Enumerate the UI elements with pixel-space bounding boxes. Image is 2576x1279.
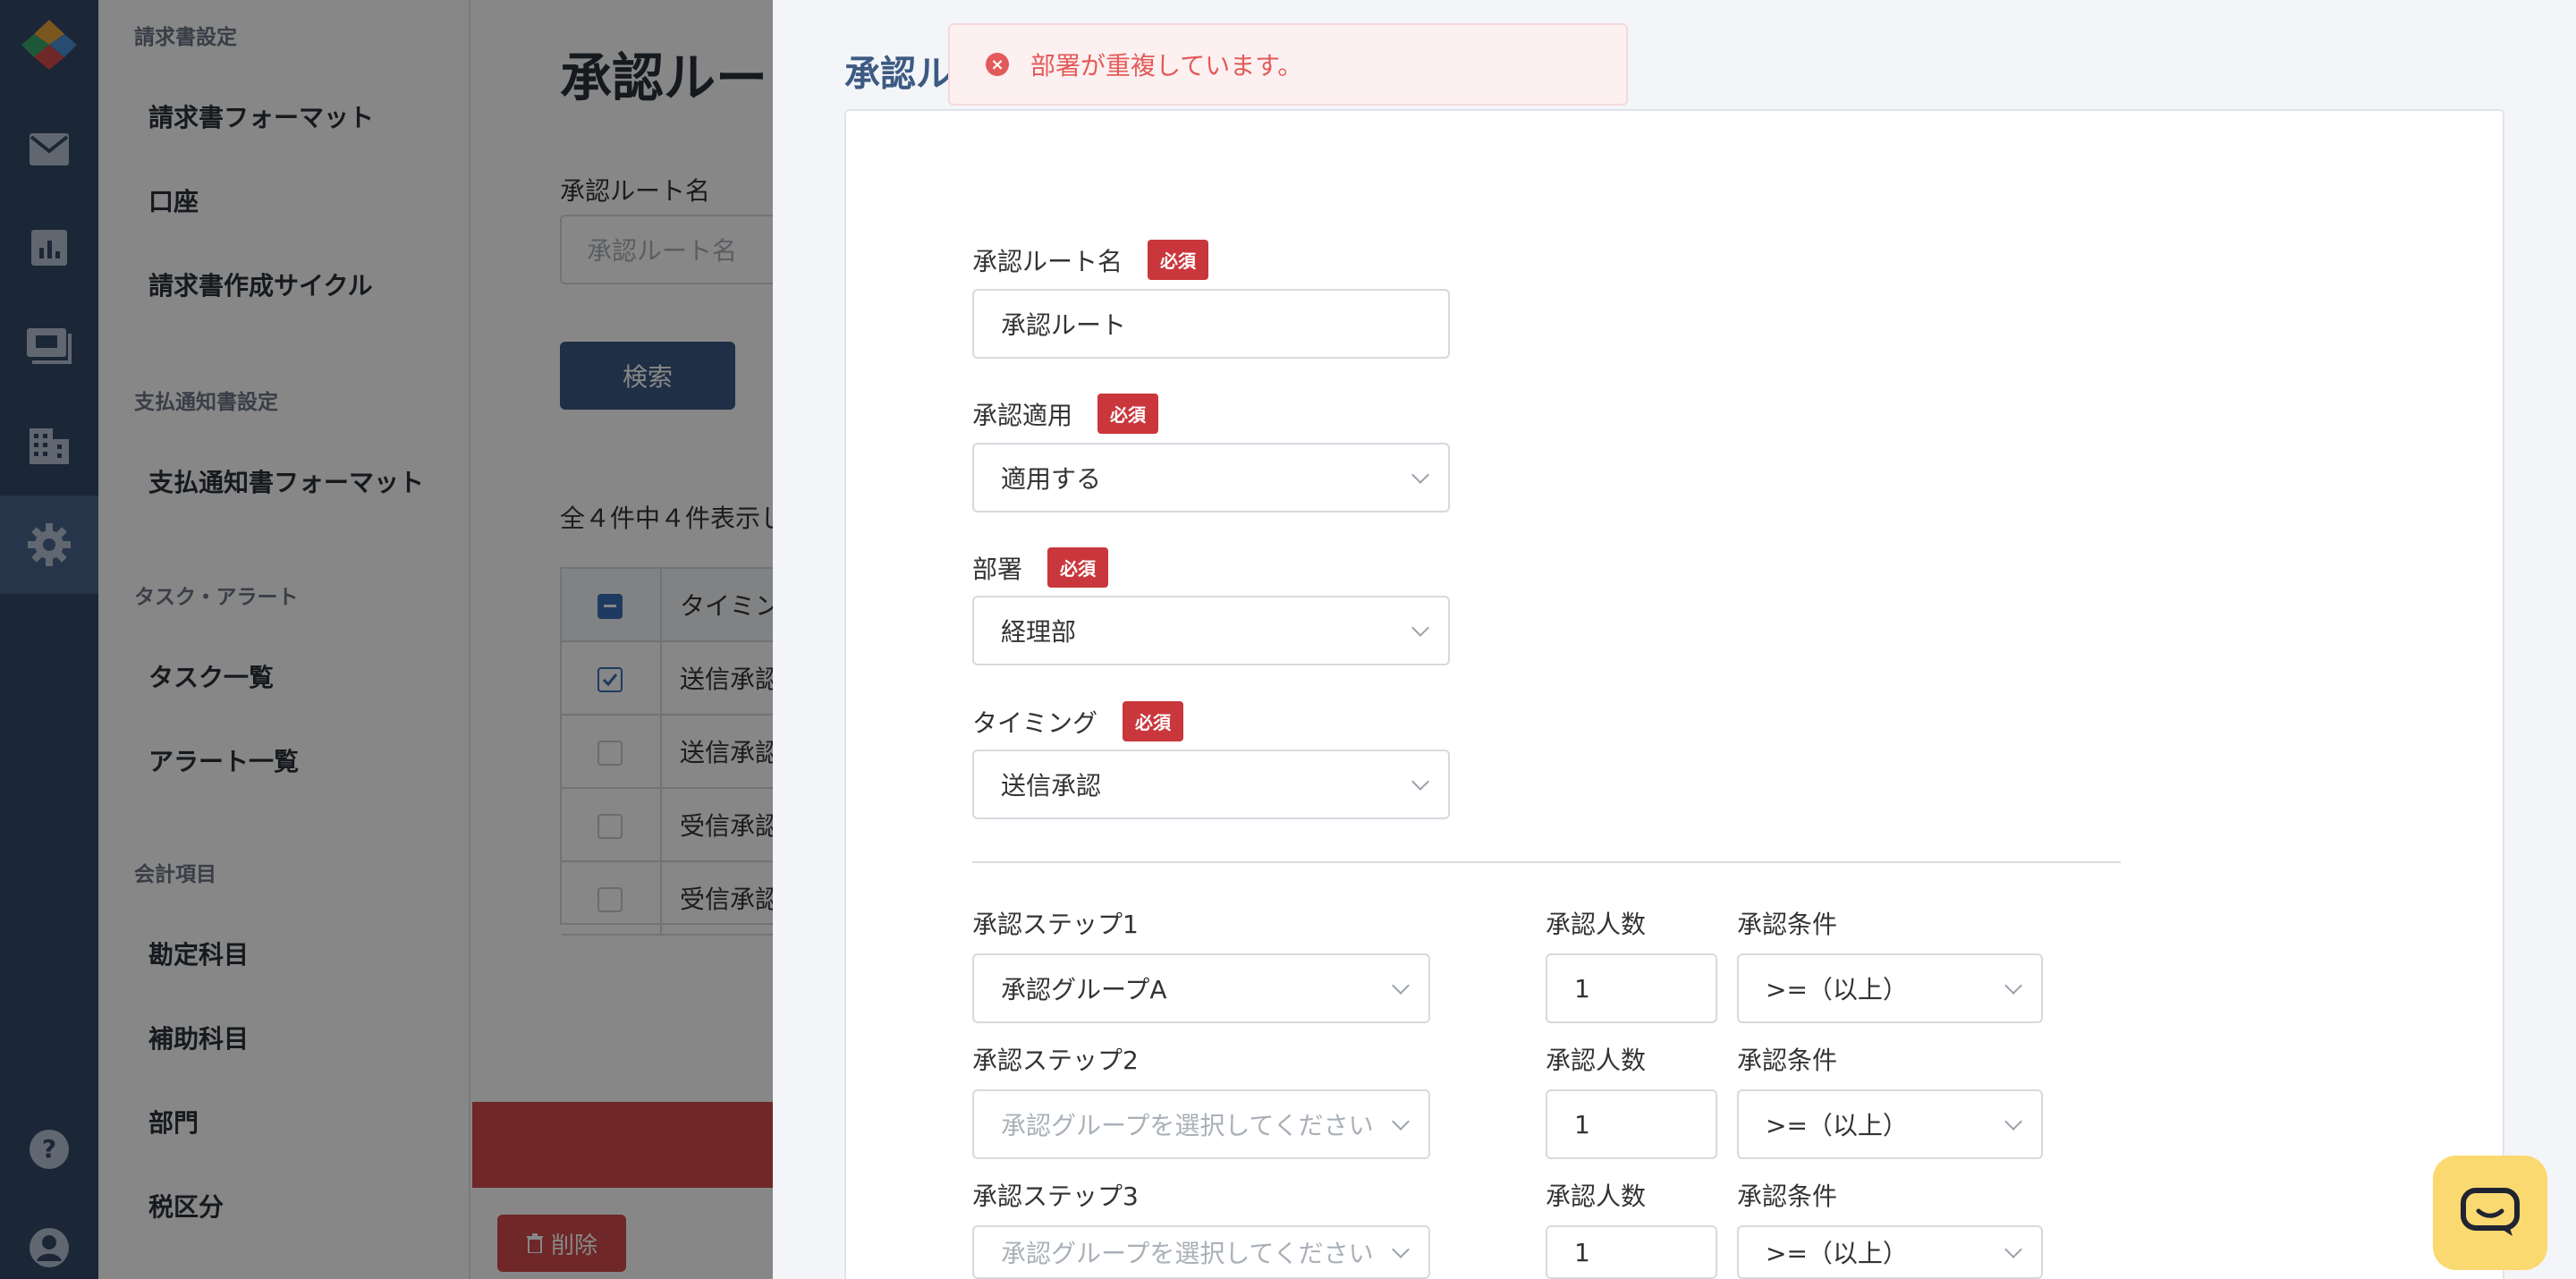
required-badge: 必須 xyxy=(1047,547,1109,588)
chevron-down-icon xyxy=(1411,773,1429,791)
required-badge: 必須 xyxy=(1148,240,1209,280)
step3-label: 承認ステップ3 xyxy=(972,1182,1139,1211)
route-name-label: 承認ルート名 必須 xyxy=(972,240,1209,280)
error-message: 部署が重複しています。 xyxy=(1030,51,1303,80)
department-label: 部署 必須 xyxy=(972,547,1109,588)
step3-condition-select[interactable]: >=（以上） xyxy=(1737,1225,2043,1279)
chevron-down-icon xyxy=(1392,1241,1410,1258)
chevron-down-icon xyxy=(1392,1113,1410,1131)
chevron-down-icon xyxy=(1411,619,1429,637)
step1-condition-select[interactable]: >=（以上） xyxy=(1737,953,2043,1023)
department-select[interactable]: 経理部 xyxy=(972,596,1450,665)
chevron-down-icon xyxy=(2004,977,2022,995)
step2-count-input[interactable]: 1 xyxy=(1546,1089,1717,1159)
step1-label: 承認ステップ1 xyxy=(972,910,1139,939)
step3-count-label: 承認人数 xyxy=(1546,1182,1647,1211)
chevron-down-icon xyxy=(2004,1113,2022,1131)
error-toast: × 部署が重複しています。 xyxy=(948,23,1628,106)
step3-group-select[interactable]: 承認グループを選択してください xyxy=(972,1225,1430,1279)
apply-label: 承認適用 必須 xyxy=(972,394,1159,434)
form-divider xyxy=(972,861,2121,863)
required-badge: 必須 xyxy=(1123,701,1184,741)
chat-icon xyxy=(2461,1188,2520,1236)
step2-condition-select[interactable]: >=（以上） xyxy=(1737,1089,2043,1159)
timing-select[interactable]: 送信承認 xyxy=(972,750,1450,819)
timing-label: タイミング 必須 xyxy=(972,701,1184,741)
chat-widget-button[interactable] xyxy=(2433,1156,2547,1270)
chevron-down-icon xyxy=(1411,466,1429,484)
required-badge: 必須 xyxy=(1097,394,1159,434)
step2-group-select[interactable]: 承認グループを選択してください xyxy=(972,1089,1430,1159)
step3-condition-label: 承認条件 xyxy=(1737,1182,1838,1211)
step1-count-input[interactable]: 1 xyxy=(1546,953,1717,1023)
step2-condition-label: 承認条件 xyxy=(1737,1046,1838,1075)
step1-count-label: 承認人数 xyxy=(1546,910,1647,939)
step1-condition-label: 承認条件 xyxy=(1737,910,1838,939)
error-icon: × xyxy=(986,53,1009,76)
step1-group-select[interactable]: 承認グループA xyxy=(972,953,1430,1023)
apply-select[interactable]: 適用する xyxy=(972,443,1450,512)
chevron-down-icon xyxy=(2004,1241,2022,1258)
step2-count-label: 承認人数 xyxy=(1546,1046,1647,1075)
step2-label: 承認ステップ2 xyxy=(972,1046,1139,1075)
drawer-title: 承認ル xyxy=(844,54,952,95)
step3-count-input[interactable]: 1 xyxy=(1546,1225,1717,1279)
route-name-input[interactable]: 承認ルート xyxy=(972,289,1450,359)
chevron-down-icon xyxy=(1392,977,1410,995)
